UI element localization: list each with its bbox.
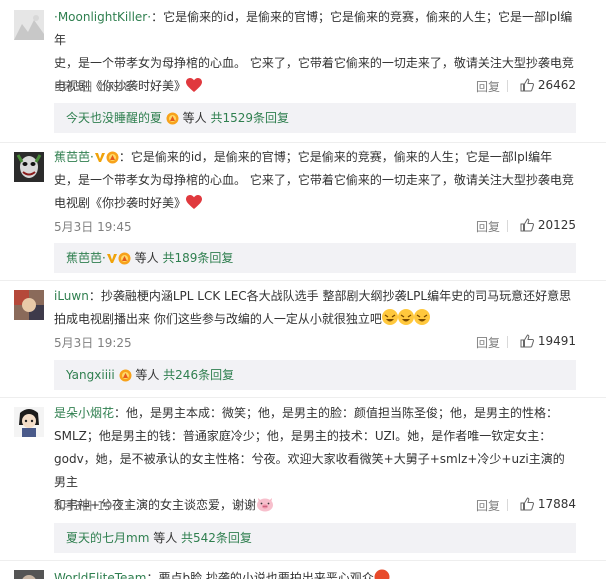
like-button[interactable]: 20125: [520, 218, 576, 232]
member-badge-icon: [106, 149, 119, 164]
like-count: 17884: [537, 497, 576, 511]
reply-count-link[interactable]: 共189条回复: [162, 251, 233, 265]
avatar[interactable]: [14, 290, 44, 320]
timestamp: 5月3日 19:25: [54, 336, 132, 350]
reply-button[interactable]: 回复: [476, 334, 500, 351]
reply-summary[interactable]: Yangxiiii 等人 共246条回复: [54, 360, 576, 390]
reply-summary[interactable]: 蕉芭芭· 等人 共189条回复: [54, 243, 576, 273]
comment-text: WorldEliteTeam：要点b脸 抄袭的小说也要拍出来恶心观众: [54, 567, 574, 579]
username[interactable]: ·MoonlightKiller·: [54, 10, 151, 24]
timestamp: 5月3日 19:48: [54, 80, 132, 94]
reply-summary[interactable]: 今天也没睡醒的夏 等人 共1529条回复: [54, 103, 576, 133]
reply-count-link[interactable]: 共542条回复: [181, 531, 252, 545]
timestamp: 5月3日 19:11: [54, 499, 132, 513]
heart-icon: [186, 195, 203, 218]
username[interactable]: 蕉芭芭·: [54, 150, 94, 164]
verified-v-icon: [106, 245, 118, 263]
thumb-up-icon: [520, 218, 534, 232]
comment-text: 蕉芭芭· ：它是偷来的id，是偷来的官博；它是偷来的竞赛，偷来的人生；它是一部lp…: [54, 146, 574, 218]
reply-user[interactable]: 夏天的七月mm: [66, 531, 149, 545]
username[interactable]: 是朵小烟花: [54, 406, 114, 420]
like-button[interactable]: 19491: [520, 334, 576, 348]
reply-user[interactable]: Yangxiiii: [66, 368, 115, 382]
timestamp: 5月3日 19:45: [54, 220, 132, 234]
divider: [0, 397, 606, 398]
comment-meta: 5月3日 19:48 回复 26462: [54, 78, 576, 96]
like-count: 20125: [537, 218, 576, 232]
thumb-up-icon: [520, 497, 534, 511]
comment-meta: 5月3日 19:11 回复 17884: [54, 497, 576, 515]
comment-meta: 5月3日 19:25 回复 19491: [54, 334, 576, 352]
reply-count-link[interactable]: 共246条回复: [163, 368, 234, 382]
reply-user[interactable]: 今天也没睡醒的夏: [66, 111, 162, 125]
like-count: 26462: [537, 78, 576, 92]
comment-text: iLuwn：抄袭融梗内涵LPL LCK LEC各大战队选手 整部剧大纲抄袭LPL…: [54, 285, 574, 334]
divider: [0, 142, 606, 143]
divider: [507, 220, 508, 232]
divider: [0, 560, 606, 561]
verified-v-icon: [94, 148, 106, 162]
reply-button[interactable]: 回复: [476, 78, 500, 95]
username[interactable]: WorldEliteTeam: [54, 571, 146, 579]
laugh-emoji-icon: [381, 308, 430, 334]
divider: [507, 499, 508, 511]
divider: [507, 80, 508, 92]
like-count: 19491: [537, 334, 576, 348]
comment-meta: 5月3日 19:45 回复 20125: [54, 218, 576, 236]
avatar[interactable]: [14, 10, 44, 40]
reply-summary[interactable]: 夏天的七月mm 等人 共542条回复: [54, 523, 576, 553]
like-button[interactable]: 26462: [520, 78, 576, 92]
divider: [0, 280, 606, 281]
avatar[interactable]: [14, 407, 44, 437]
reply-button[interactable]: 回复: [476, 497, 500, 514]
avatar[interactable]: [14, 152, 44, 182]
member-badge-icon: [166, 106, 179, 125]
thumb-up-icon: [520, 78, 534, 92]
reply-button[interactable]: 回复: [476, 218, 500, 235]
thumb-up-icon: [520, 334, 534, 348]
member-badge-icon: [118, 246, 131, 265]
reply-user[interactable]: 蕉芭芭·: [66, 251, 106, 265]
emoji-icon: [374, 569, 390, 579]
avatar[interactable]: [14, 570, 44, 579]
member-badge-icon: [119, 363, 132, 382]
username[interactable]: iLuwn: [54, 289, 89, 303]
like-button[interactable]: 17884: [520, 497, 576, 511]
divider: [507, 336, 508, 348]
reply-count-link[interactable]: 共1529条回复: [210, 111, 289, 125]
